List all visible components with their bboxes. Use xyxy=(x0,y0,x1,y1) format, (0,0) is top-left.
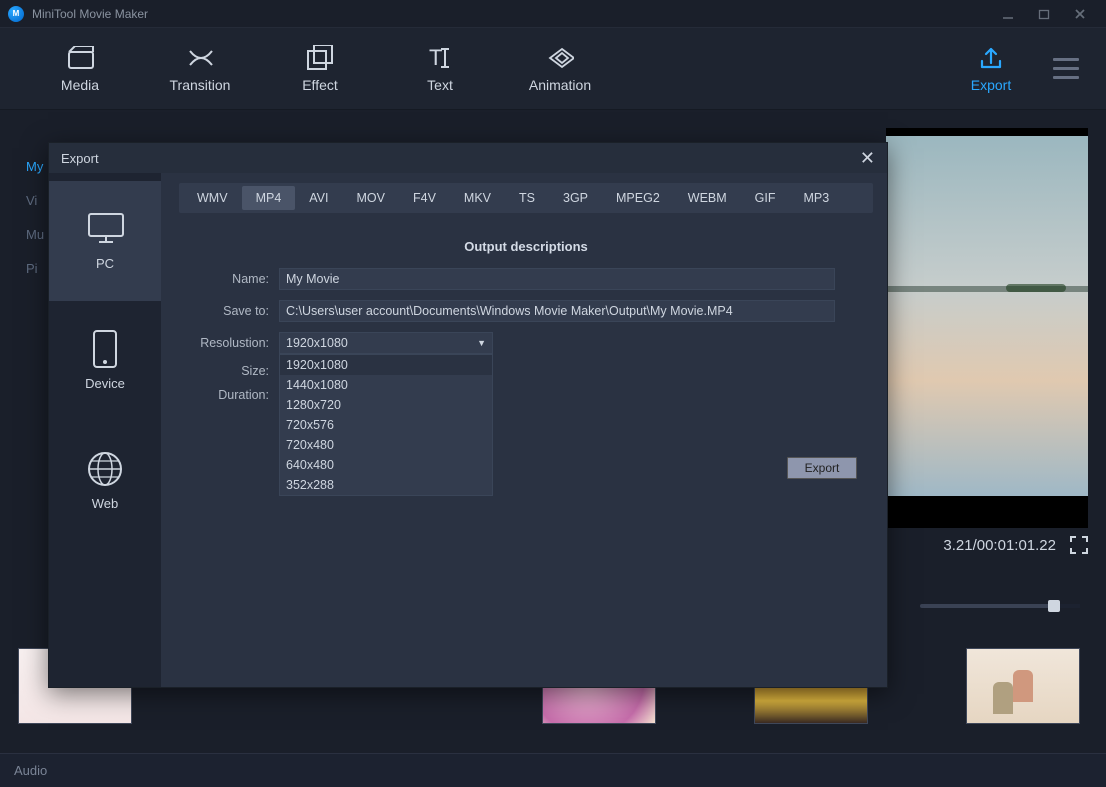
resolution-selected-value: 1920x1080 xyxy=(286,333,348,353)
timeline-zoom-slider[interactable] xyxy=(920,604,1080,608)
window-close-button[interactable] xyxy=(1062,4,1098,24)
chevron-down-icon: ▼ xyxy=(477,333,486,353)
web-icon xyxy=(85,452,125,486)
tab-effect[interactable]: Effect xyxy=(260,34,380,104)
tab-animation-label: Animation xyxy=(529,77,591,93)
dialog-titlebar: Export ✕ xyxy=(49,143,887,173)
transition-icon xyxy=(186,45,214,71)
main-toolbar: Media Transition Effect T Text Animation… xyxy=(0,28,1106,110)
export-target-pc-label: PC xyxy=(96,256,114,271)
sidebar-item-picture[interactable]: Pi xyxy=(26,252,44,286)
window-maximize-button[interactable] xyxy=(1026,4,1062,24)
tab-transition[interactable]: Transition xyxy=(140,34,260,104)
format-mkv[interactable]: MKV xyxy=(450,186,505,210)
library-sidebar: My Vi Mu Pi xyxy=(26,150,44,286)
timeline-clip[interactable] xyxy=(966,648,1080,724)
titlebar: M MiniTool Movie Maker xyxy=(0,0,1106,28)
duration-label: Duration: xyxy=(179,388,269,402)
resolution-select[interactable]: 1920x1080 ▼ xyxy=(279,332,493,354)
resolution-option[interactable]: 1440x1080 xyxy=(280,375,492,395)
time-display: 3.21/00:01:01.22 xyxy=(943,537,1056,554)
export-icon xyxy=(977,45,1005,71)
tab-media-label: Media xyxy=(61,77,99,93)
device-icon xyxy=(85,332,125,366)
format-avi[interactable]: AVI xyxy=(295,186,342,210)
fullscreen-icon[interactable] xyxy=(1070,536,1088,554)
resolution-option[interactable]: 720x576 xyxy=(280,415,492,435)
minimize-icon xyxy=(1002,8,1014,20)
dialog-title: Export xyxy=(61,151,99,166)
effect-icon xyxy=(306,45,334,71)
export-label: Export xyxy=(971,77,1011,93)
maximize-icon xyxy=(1038,8,1050,20)
name-label: Name: xyxy=(179,272,269,286)
sidebar-item-video[interactable]: Vi xyxy=(26,184,44,218)
tab-text-label: Text xyxy=(427,77,453,93)
audio-track-label: Audio xyxy=(0,753,1106,787)
size-label: Size: xyxy=(179,364,269,378)
format-ts[interactable]: TS xyxy=(505,186,549,210)
export-target-web[interactable]: Web xyxy=(49,421,161,541)
export-target-sidebar: PC Device Web xyxy=(49,173,161,687)
playback-time: 3.21/00:01:01.22 xyxy=(943,536,1088,554)
name-input[interactable] xyxy=(279,268,835,290)
preview-panel xyxy=(886,128,1088,528)
format-mp4[interactable]: MP4 xyxy=(242,186,296,210)
format-webm[interactable]: WEBM xyxy=(674,186,741,210)
export-target-pc[interactable]: PC xyxy=(49,181,161,301)
format-mov[interactable]: MOV xyxy=(343,186,399,210)
animation-icon xyxy=(546,45,574,71)
format-gif[interactable]: GIF xyxy=(741,186,790,210)
audio-label-text: Audio xyxy=(14,763,47,778)
resolution-option[interactable]: 352x288 xyxy=(280,475,492,495)
sidebar-item-music[interactable]: Mu xyxy=(26,218,44,252)
close-icon xyxy=(1073,7,1087,21)
pc-icon xyxy=(85,212,125,246)
format-mp3[interactable]: MP3 xyxy=(790,186,844,210)
tab-transition-label: Transition xyxy=(170,77,231,93)
format-f4v[interactable]: F4V xyxy=(399,186,450,210)
sidebar-item-my[interactable]: My xyxy=(26,150,44,184)
resolution-option[interactable]: 1920x1080 xyxy=(280,355,492,375)
saveto-label: Save to: xyxy=(179,304,269,318)
resolution-dropdown: 1920x1080 1440x1080 1280x720 720x576 720… xyxy=(279,354,493,496)
resolution-option[interactable]: 1280x720 xyxy=(280,395,492,415)
tab-effect-label: Effect xyxy=(302,77,338,93)
format-tabs: WMV MP4 AVI MOV F4V MKV TS 3GP MPEG2 WEB… xyxy=(179,183,873,213)
tab-text[interactable]: T Text xyxy=(380,34,500,104)
saveto-input[interactable] xyxy=(279,300,835,322)
export-target-device[interactable]: Device xyxy=(49,301,161,421)
export-settings-panel: WMV MP4 AVI MOV F4V MKV TS 3GP MPEG2 WEB… xyxy=(161,173,887,687)
media-icon xyxy=(66,45,94,71)
text-icon: T xyxy=(426,45,454,71)
export-button[interactable]: Export xyxy=(946,34,1036,104)
resolution-option[interactable]: 720x480 xyxy=(280,435,492,455)
dialog-close-button[interactable]: ✕ xyxy=(860,148,875,169)
export-confirm-button[interactable]: Export xyxy=(787,457,857,479)
resolution-option[interactable]: 640x480 xyxy=(280,455,492,475)
format-wmv[interactable]: WMV xyxy=(183,186,242,210)
window-minimize-button[interactable] xyxy=(990,4,1026,24)
tab-animation[interactable]: Animation xyxy=(500,34,620,104)
svg-text:T: T xyxy=(429,45,442,70)
export-target-web-label: Web xyxy=(92,496,119,511)
menu-button[interactable] xyxy=(1046,58,1086,79)
format-3gp[interactable]: 3GP xyxy=(549,186,602,210)
format-mpeg2[interactable]: MPEG2 xyxy=(602,186,674,210)
preview-frame[interactable] xyxy=(886,136,1088,496)
app-logo-icon: M xyxy=(8,6,24,22)
resolution-label: Resolustion: xyxy=(179,336,269,350)
export-dialog: Export ✕ PC Device Web xyxy=(48,142,888,688)
tab-media[interactable]: Media xyxy=(20,34,140,104)
app-title: MiniTool Movie Maker xyxy=(32,7,148,21)
output-heading: Output descriptions xyxy=(179,239,873,254)
export-target-device-label: Device xyxy=(85,376,125,391)
